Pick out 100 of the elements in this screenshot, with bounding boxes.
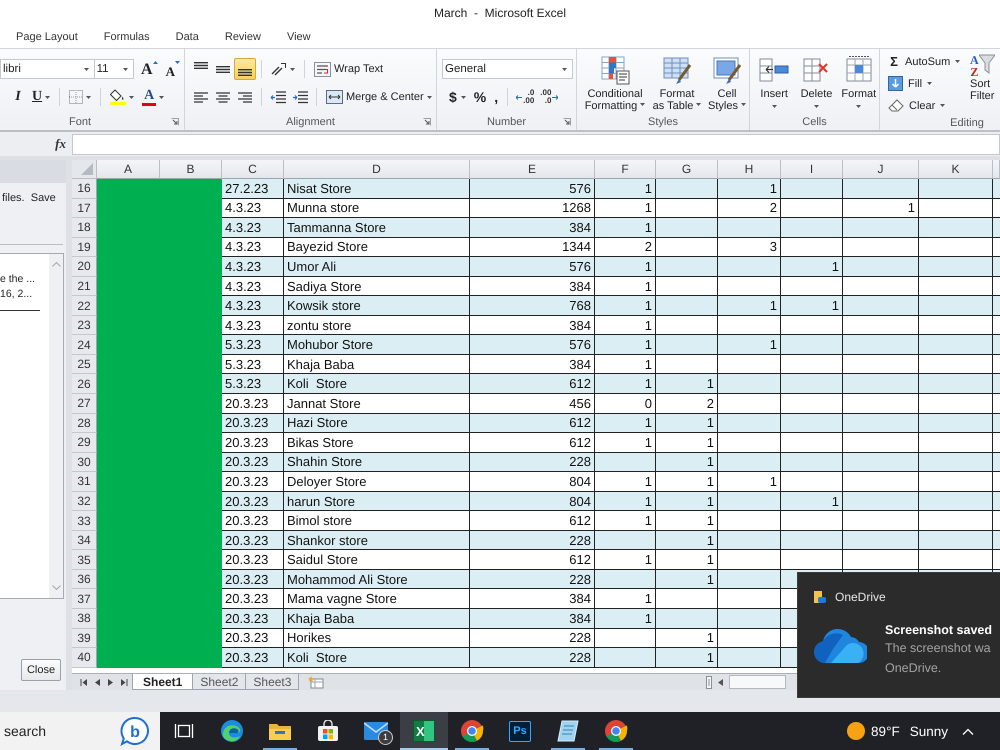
styles-button[interactable]: Format as Table: [651, 49, 703, 114]
chat-bubble-icon[interactable]: b: [120, 716, 150, 746]
cells-button[interactable]: Insert: [754, 49, 794, 114]
row-header[interactable]: 18: [72, 218, 97, 238]
column-header[interactable]: F: [595, 160, 656, 179]
fill-button[interactable]: Fill: [884, 73, 968, 94]
row-header[interactable]: 29: [72, 433, 97, 453]
column-header[interactable]: B: [160, 160, 222, 179]
notification-toast[interactable]: OneDrive Screenshot saved The screenshot wa OneDrive.: [797, 572, 1000, 698]
sheet-tab[interactable]: Sheet2: [192, 674, 246, 690]
table-cell: 1: [595, 374, 656, 394]
row-header[interactable]: 16: [72, 179, 97, 199]
row-header[interactable]: 23: [72, 316, 97, 336]
ribbon-tab[interactable]: Review: [212, 26, 274, 46]
first-sheet-icon[interactable]: [80, 678, 88, 686]
table-brush-icon: [662, 55, 692, 85]
row-header[interactable]: 30: [72, 452, 97, 472]
split-handle-icon[interactable]: [706, 676, 712, 688]
column-header[interactable]: E: [470, 160, 595, 179]
scroll-left-icon[interactable]: [718, 678, 724, 686]
dialog-launcher-icon[interactable]: [171, 118, 179, 126]
styles-button[interactable]: Cell Styles: [705, 49, 749, 114]
row-header[interactable]: 39: [72, 628, 97, 648]
weather-button[interactable]: 89°F Sunny: [843, 712, 952, 750]
table-cell: 1: [595, 179, 656, 199]
next-sheet-icon[interactable]: [108, 678, 113, 686]
row-header[interactable]: 32: [72, 492, 97, 512]
row-header[interactable]: 26: [72, 374, 97, 394]
merge-center-button[interactable]: Merge & Center: [322, 86, 436, 108]
increase-decimal-button[interactable]: .0 .00: [513, 86, 538, 108]
taskbar-app-button[interactable]: 1: [352, 712, 400, 750]
dialog-launcher-icon[interactable]: [563, 118, 571, 126]
row-header[interactable]: 35: [72, 550, 97, 570]
table-cell: 228: [470, 570, 595, 590]
font-color-button[interactable]: A: [138, 86, 168, 108]
sheet-tab[interactable]: Sheet1: [132, 674, 194, 690]
row-header[interactable]: 17: [72, 198, 97, 218]
row-header[interactable]: 19: [72, 238, 97, 258]
percent-button[interactable]: %: [470, 86, 490, 108]
column-header[interactable]: H: [718, 160, 781, 179]
file-entry[interactable]: e the ...: [0, 272, 49, 287]
taskbar-app-button[interactable]: X: [400, 712, 448, 750]
autosum-button[interactable]: Σ AutoSum: [884, 51, 968, 72]
row-header[interactable]: 31: [72, 472, 97, 492]
clear-button[interactable]: Clear: [884, 95, 968, 116]
chevron-up-icon[interactable]: [962, 728, 974, 734]
sheet-tab[interactable]: Sheet3: [245, 674, 300, 690]
cells-button[interactable]: Delete: [796, 49, 837, 114]
column-header[interactable]: I: [781, 160, 843, 179]
row-header[interactable]: 21: [72, 276, 97, 296]
table-cell: 20.3.23: [222, 452, 284, 472]
last-sheet-icon[interactable]: [120, 678, 128, 686]
group-label: Styles: [648, 116, 678, 128]
column-header[interactable]: K: [919, 160, 993, 179]
font-name-field[interactable]: libri: [0, 59, 95, 79]
previous-sheet-icon[interactable]: [95, 678, 100, 686]
styles-button[interactable]: Conditional Formatting: [581, 49, 649, 114]
wrap-text-icon: [314, 62, 331, 76]
comma-button[interactable]: ,: [490, 86, 502, 108]
row-header[interactable]: 40: [72, 648, 97, 668]
italic-button[interactable]: I: [8, 86, 28, 108]
ribbon-tab[interactable]: Formulas: [90, 26, 163, 46]
row-header[interactable]: 25: [72, 354, 97, 374]
search-field[interactable]: search b: [0, 712, 160, 750]
row-header[interactable]: 24: [72, 335, 97, 355]
file-entry[interactable]: 16, 2...: [0, 287, 49, 302]
row-header[interactable]: 38: [72, 609, 97, 629]
ribbon-tab[interactable]: Data: [162, 26, 212, 46]
row-header[interactable]: 20: [72, 257, 97, 277]
formula-input-field[interactable]: [72, 134, 1000, 155]
row-header[interactable]: 22: [72, 296, 97, 316]
shrink-font-button[interactable]: A: [162, 58, 184, 80]
wrap-text-button[interactable]: Wrap Text: [310, 58, 388, 80]
column-header[interactable]: C: [222, 160, 284, 179]
font-size-field[interactable]: 11: [94, 59, 134, 79]
close-button[interactable]: Close: [21, 659, 61, 681]
currency-button[interactable]: $: [445, 86, 470, 108]
taskbar-app-button[interactable]: Ps: [496, 712, 544, 750]
insert-sheet-icon[interactable]: [308, 676, 324, 689]
ribbon-tab[interactable]: View: [274, 26, 324, 46]
dialog-launcher-icon[interactable]: [423, 118, 431, 126]
ribbon-tab[interactable]: Page Layout: [3, 26, 91, 46]
row-header[interactable]: 27: [72, 394, 97, 414]
align-bottom-button[interactable]: [234, 58, 256, 80]
insert-function-button[interactable]: fx: [55, 136, 66, 152]
cells-button[interactable]: Format: [838, 49, 879, 114]
column-header[interactable]: J: [843, 160, 919, 179]
row-header[interactable]: 28: [72, 414, 97, 434]
number-format-field[interactable]: General: [442, 59, 573, 79]
row-header[interactable]: 33: [72, 511, 97, 531]
decrease-decimal-button[interactable]: .00 .0: [537, 86, 562, 108]
sort-filter-button[interactable]: A Z Sort Filter: [968, 49, 1000, 116]
underline-button[interactable]: U: [28, 86, 54, 108]
row-header[interactable]: 36: [72, 570, 97, 590]
column-header[interactable]: D: [284, 160, 470, 179]
row-header[interactable]: 34: [72, 530, 97, 550]
column-header[interactable]: G: [656, 160, 718, 179]
column-header[interactable]: A: [97, 160, 160, 179]
grow-font-button[interactable]: A: [137, 58, 162, 80]
row-header[interactable]: 37: [72, 589, 97, 610]
